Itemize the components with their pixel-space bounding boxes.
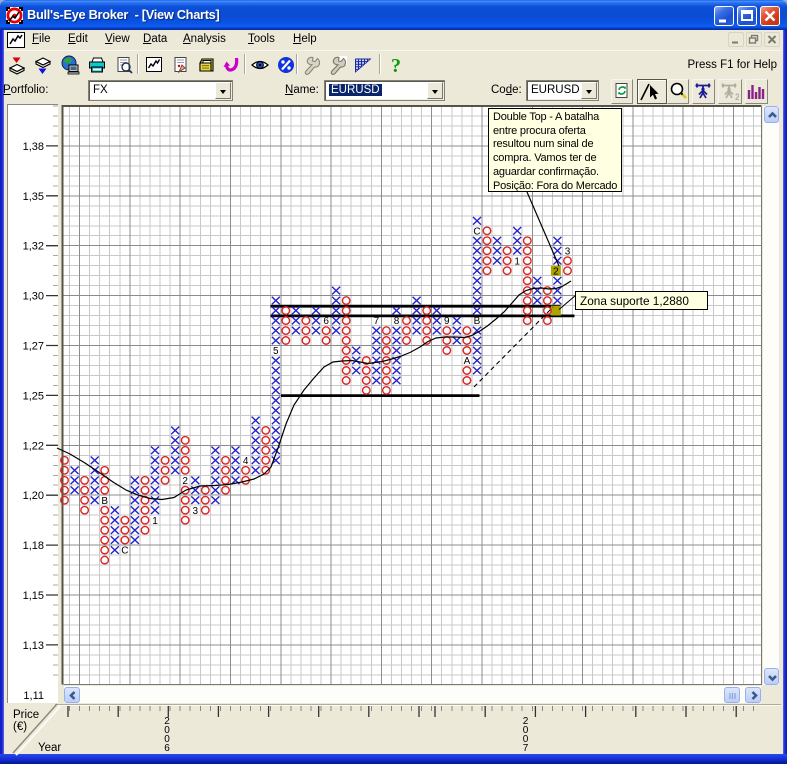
svg-text:1,15: 1,15 [23, 590, 44, 602]
svg-text:7: 7 [523, 743, 529, 754]
svg-text:1,11: 1,11 [23, 690, 44, 702]
svg-text:1: 1 [514, 256, 520, 267]
svg-text:4: 4 [243, 456, 249, 467]
svg-text:3: 3 [193, 506, 199, 517]
svg-text:1,22: 1,22 [23, 440, 44, 452]
svg-text:A: A [464, 356, 471, 367]
svg-text:C: C [121, 546, 128, 557]
svg-text:6: 6 [164, 743, 170, 754]
svg-text:2: 2 [553, 266, 559, 277]
svg-text:1,35: 1,35 [23, 191, 44, 203]
svg-text:Year: Year [38, 742, 61, 754]
svg-text:7: 7 [374, 316, 380, 327]
svg-text:3: 3 [565, 246, 571, 257]
svg-text:C: C [473, 226, 480, 237]
svg-text:1,32: 1,32 [23, 241, 44, 253]
svg-text:1: 1 [152, 516, 158, 527]
svg-text:1,18: 1,18 [23, 540, 44, 552]
svg-text:1,25: 1,25 [23, 390, 44, 402]
svg-text:5: 5 [273, 346, 279, 357]
svg-text:9: 9 [444, 316, 450, 327]
svg-text:6: 6 [323, 316, 329, 327]
svg-text:(€): (€) [13, 721, 27, 733]
svg-text:1,20: 1,20 [23, 490, 44, 502]
svg-text:2: 2 [182, 476, 188, 487]
svg-text:B: B [101, 496, 108, 507]
svg-text:8: 8 [394, 316, 400, 327]
svg-text:1,30: 1,30 [23, 291, 44, 303]
svg-text:Price: Price [13, 709, 39, 721]
svg-text:B: B [474, 316, 481, 327]
svg-text:1,27: 1,27 [23, 341, 44, 353]
svg-text:1,13: 1,13 [23, 640, 44, 652]
svg-text:1,38: 1,38 [23, 141, 44, 153]
